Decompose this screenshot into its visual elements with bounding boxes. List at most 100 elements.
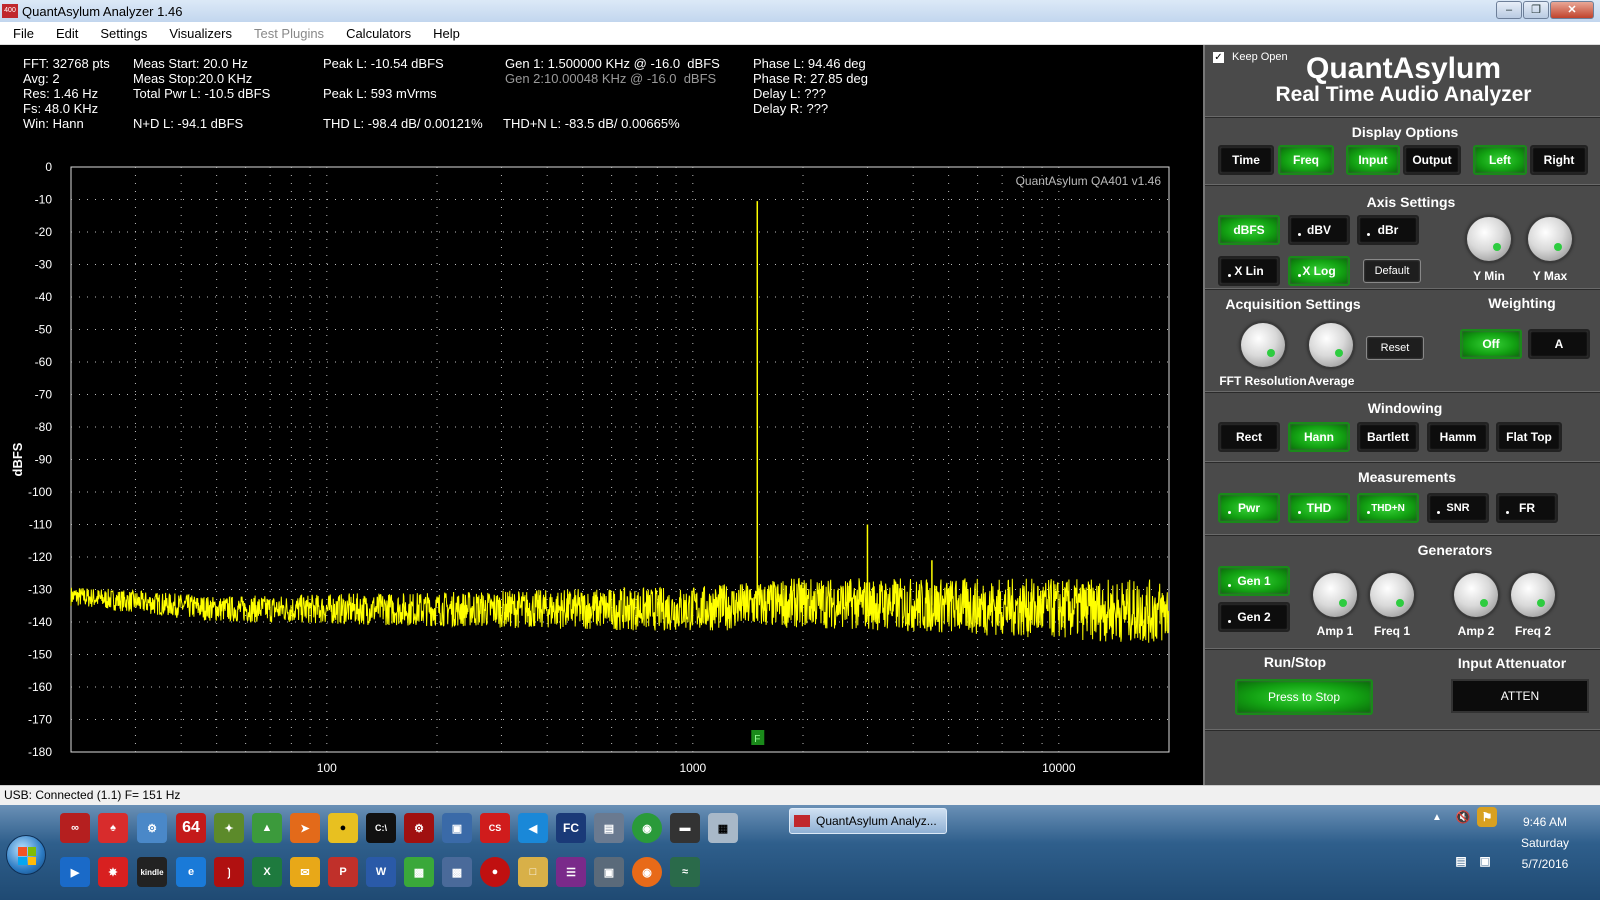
freq2-knob[interactable]	[1507, 569, 1555, 617]
amp2-knob[interactable]	[1450, 569, 1498, 617]
atten-button[interactable]: ATTEN	[1451, 679, 1589, 713]
axis-dbr-button[interactable]: dBr	[1357, 215, 1419, 245]
eagle-icon[interactable]: CS	[480, 813, 510, 843]
settings-gear-icon[interactable]: ⚙	[404, 813, 434, 843]
window-title: QuantAsylum Analyzer 1.46	[22, 3, 183, 19]
command-prompt-icon[interactable]: C:\	[366, 813, 396, 843]
puzzle-icon[interactable]: ▩	[404, 857, 434, 887]
mail-icon[interactable]: ✉	[290, 857, 320, 887]
kindle-icon[interactable]: kindle	[137, 857, 167, 887]
clock-time: 9:46 AM	[1522, 815, 1568, 829]
media-icon[interactable]: ▶	[60, 857, 90, 887]
camera-icon[interactable]: ▣	[594, 857, 624, 887]
calculator-icon[interactable]: ▦	[708, 813, 738, 843]
rocket-icon[interactable]: ➤	[290, 813, 320, 843]
run-stop-button[interactable]: Press to Stop	[1235, 679, 1373, 715]
axis-xlin-button[interactable]: X Lin	[1218, 256, 1280, 286]
axis-dbfs-button[interactable]: dBFS	[1218, 215, 1280, 245]
meas-thdn-button[interactable]: THD+N	[1357, 493, 1419, 523]
clock[interactable]: 9:46 AM Saturday 5/7/2016	[1490, 815, 1600, 871]
meas-pwr-button[interactable]: Pwr	[1218, 493, 1280, 523]
remote-desktop-icon[interactable]: ▩	[442, 857, 472, 887]
fft-resolution-knob[interactable]	[1237, 319, 1285, 367]
firefox-icon[interactable]: ◉	[632, 857, 662, 887]
weighting-off-button[interactable]: Off	[1460, 329, 1522, 359]
y-max-knob[interactable]	[1524, 213, 1572, 261]
tray-arrow-icon[interactable]: ▲	[1430, 807, 1444, 827]
divider	[1205, 534, 1600, 536]
average-knob[interactable]	[1305, 319, 1353, 367]
amp1-knob[interactable]	[1309, 569, 1357, 617]
arrow-app-icon[interactable]: ◀	[518, 813, 548, 843]
excel-icon[interactable]: X	[252, 857, 282, 887]
y-tick-label: -180	[28, 745, 52, 759]
title-bar[interactable]: 400 QuantAsylum Analyzer 1.46 – ❐ ✕	[0, 0, 1600, 22]
archive-icon[interactable]: ☰	[556, 857, 586, 887]
sixty-four-icon[interactable]: 64	[176, 813, 206, 843]
monitor-app-icon[interactable]: ▣	[442, 813, 472, 843]
maximize-button[interactable]: ❐	[1523, 1, 1549, 19]
display-input-button[interactable]: Input	[1346, 145, 1400, 175]
window-bartlett-button[interactable]: Bartlett	[1357, 422, 1419, 452]
display-freq-button[interactable]: Freq	[1278, 145, 1334, 175]
display-right-button[interactable]: Right	[1530, 145, 1588, 175]
window-hann-button[interactable]: Hann	[1288, 422, 1350, 452]
meas-thd-button[interactable]: THD	[1288, 493, 1350, 523]
volume-muted-icon[interactable]: 🔇	[1453, 807, 1473, 827]
network-icon[interactable]: ⚙	[137, 813, 167, 843]
pdf-reader-icon[interactable]: ♠	[98, 813, 128, 843]
axis-dbv-button[interactable]: dBV	[1288, 215, 1350, 245]
weighting-a-button[interactable]: A	[1528, 329, 1590, 359]
action-center-icon[interactable]: ▤	[1451, 851, 1471, 871]
button-label: Gen 2	[1237, 610, 1271, 624]
menu-help[interactable]: Help	[420, 26, 469, 41]
window-rect-button[interactable]: Rect	[1218, 422, 1280, 452]
average-label: Average	[1307, 374, 1355, 388]
display-left-button[interactable]: Left	[1473, 145, 1527, 175]
knob-led	[1339, 599, 1347, 607]
button-label: Press to Stop	[1267, 690, 1341, 704]
scope-icon[interactable]: ≈	[670, 857, 700, 887]
document-app-icon[interactable]: ▤	[594, 813, 624, 843]
button-label: Default	[1374, 265, 1410, 277]
acrobat-icon[interactable]: ∞	[60, 813, 90, 843]
freq1-knob[interactable]	[1366, 569, 1414, 617]
axis-xlog-button[interactable]: X Log	[1288, 256, 1350, 286]
record-icon[interactable]: ●	[480, 857, 510, 887]
chrome-icon[interactable]: ◉	[632, 813, 662, 843]
button-label: SNR	[1446, 502, 1470, 514]
minimize-button[interactable]: –	[1496, 1, 1522, 19]
paint-icon[interactable]: ✸	[98, 857, 128, 887]
axis-default-button[interactable]: Default	[1363, 259, 1421, 283]
display-output-button[interactable]: Output	[1403, 145, 1461, 175]
folder-icon[interactable]: □	[518, 857, 548, 887]
menu-visualizers[interactable]: Visualizers	[156, 26, 241, 41]
menu-file[interactable]: File	[0, 26, 43, 41]
gen1-button[interactable]: Gen 1	[1218, 566, 1290, 596]
altium-icon[interactable]: ❳	[214, 857, 244, 887]
window-flattop-button[interactable]: Flat Top	[1496, 422, 1562, 452]
divider	[1205, 729, 1600, 731]
menu-settings[interactable]: Settings	[87, 26, 156, 41]
start-button[interactable]	[6, 835, 46, 875]
fc-app-icon[interactable]: FC	[556, 813, 586, 843]
close-button[interactable]: ✕	[1550, 1, 1594, 19]
taskbar-quantasylum[interactable]: QuantAsylum Analyz...	[789, 808, 947, 834]
gen2-button[interactable]: Gen 2	[1218, 602, 1290, 632]
word-icon[interactable]: W	[366, 857, 396, 887]
internet-explorer-icon[interactable]: e	[176, 857, 206, 887]
powerpoint-icon[interactable]: P	[328, 857, 358, 887]
tools-icon[interactable]: ✦	[214, 813, 244, 843]
duck-icon[interactable]: ●	[328, 813, 358, 843]
menu-edit[interactable]: Edit	[43, 26, 87, 41]
spectrum-plot[interactable]: 0 -10 -20 -30 -40 -50 -60 -70 -80 -90 -100 -110 -120…	[0, 45, 1203, 785]
acquisition-reset-button[interactable]: Reset	[1366, 336, 1424, 360]
chart-app-icon[interactable]: ▲	[252, 813, 282, 843]
drive-icon[interactable]: ▬	[670, 813, 700, 843]
window-hamm-button[interactable]: Hamm	[1427, 422, 1489, 452]
display-time-button[interactable]: Time	[1218, 145, 1274, 175]
meas-snr-button[interactable]: SNR	[1427, 493, 1489, 523]
y-min-knob[interactable]	[1463, 213, 1511, 261]
meas-fr-button[interactable]: FR	[1496, 493, 1558, 523]
menu-calculators[interactable]: Calculators	[333, 26, 420, 41]
